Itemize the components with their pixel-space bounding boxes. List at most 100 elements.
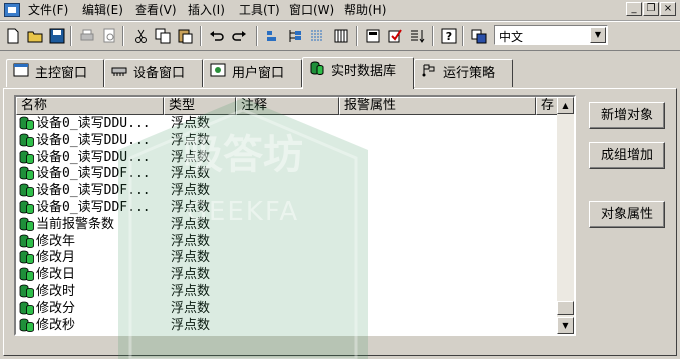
database-variable-icon <box>18 150 36 165</box>
properties-icon[interactable] <box>362 25 384 47</box>
table-row[interactable]: 修改时 浮点数 <box>18 283 558 300</box>
table-row[interactable]: 修改日 浮点数 <box>18 266 558 283</box>
new-file-icon[interactable] <box>2 25 24 47</box>
scroll-down-icon[interactable]: ▼ <box>557 317 574 334</box>
menu-edit[interactable]: 编辑(E) <box>80 2 125 18</box>
undo-icon[interactable] <box>206 25 228 47</box>
paste-icon[interactable] <box>174 25 196 47</box>
minimize-button[interactable]: _ <box>626 2 642 16</box>
row-name: 修改时 <box>36 284 76 299</box>
help-icon[interactable]: ? <box>438 25 460 47</box>
language-icon[interactable] <box>468 25 490 47</box>
redo-icon[interactable] <box>228 25 250 47</box>
column-header-name[interactable]: 名称 <box>16 97 164 115</box>
tab-label: 运行策略 <box>443 66 496 81</box>
row-type: 浮点数 <box>171 317 211 333</box>
database-variable-icon <box>18 166 36 181</box>
tab-realtime-database[interactable]: 实时数据库 <box>302 57 414 89</box>
tree-view-icon[interactable] <box>284 25 306 47</box>
sort-icon[interactable] <box>406 25 428 47</box>
row-type: 浮点数 <box>171 183 211 199</box>
print-preview-icon[interactable] <box>98 25 120 47</box>
database-variable-icon <box>18 200 36 215</box>
row-type: 浮点数 <box>171 216 211 232</box>
tab-label: 主控窗口 <box>35 66 88 81</box>
user-window-icon <box>210 60 226 88</box>
align-icon[interactable] <box>262 25 284 47</box>
table-row[interactable]: 设备0_读写DDF... 浮点数 <box>18 182 558 199</box>
table-row[interactable]: 当前报警条数 浮点数 <box>18 216 558 233</box>
menu-tools[interactable]: 工具(T) <box>237 2 282 18</box>
menu-file[interactable]: 文件(F) <box>26 2 70 18</box>
app-icon[interactable] <box>4 3 20 17</box>
row-type: 浮点数 <box>171 116 211 131</box>
device-window-icon <box>111 60 127 88</box>
row-type: 浮点数 <box>171 200 211 215</box>
tab-run-strategy[interactable]: 运行策略 <box>414 59 513 87</box>
row-name: 设备0_读写DDU... <box>36 116 151 131</box>
svg-text:?: ? <box>446 30 452 43</box>
restore-button[interactable]: ❐ <box>643 2 659 16</box>
row-name: 设备0_读写DDU... <box>36 149 151 165</box>
list-view-icon[interactable] <box>306 25 328 47</box>
language-select[interactable]: 中文 ▼ <box>494 25 608 45</box>
database-variable-icon <box>18 250 36 265</box>
column-header-comment[interactable]: 注释 <box>236 97 339 115</box>
database-variable-icon <box>18 284 36 299</box>
add-object-button[interactable]: 新增对象 <box>589 102 665 129</box>
row-type: 浮点数 <box>171 149 211 165</box>
row-name: 设备0_读写DDF... <box>36 183 151 199</box>
details-view-icon[interactable] <box>330 25 352 47</box>
tab-user-window[interactable]: 用户窗口 <box>203 59 302 87</box>
variable-list[interactable]: 名称 类型 注释 报警属性 存 设备0_读写DDU... 浮点数 设备0_读写DDU… <box>14 95 576 336</box>
toolbar-separator <box>70 26 72 46</box>
row-name: 当前报警条数 <box>36 216 115 232</box>
open-folder-icon[interactable] <box>24 25 46 47</box>
group-add-button[interactable]: 成组增加 <box>589 142 665 169</box>
main-window-icon <box>13 60 29 88</box>
tab-main-window[interactable]: 主控窗口 <box>6 59 104 87</box>
database-variable-icon <box>18 318 36 333</box>
column-header-alarm[interactable]: 报警属性 <box>339 97 536 115</box>
row-type: 浮点数 <box>171 166 211 182</box>
chevron-down-icon[interactable]: ▼ <box>590 27 606 43</box>
print-icon[interactable] <box>76 25 98 47</box>
menu-help[interactable]: 帮助(H) <box>342 2 388 18</box>
table-row[interactable]: 设备0_读写DDU... 浮点数 <box>18 115 558 132</box>
menu-view[interactable]: 查看(V) <box>133 2 179 18</box>
table-row[interactable]: 设备0_读写DDU... 浮点数 <box>18 149 558 166</box>
tab-device-window[interactable]: 设备窗口 <box>104 59 203 87</box>
menu-insert[interactable]: 插入(I) <box>186 2 227 18</box>
row-name: 修改秒 <box>36 317 76 333</box>
object-properties-button[interactable]: 对象属性 <box>589 201 665 228</box>
save-icon[interactable] <box>46 25 68 47</box>
table-row[interactable]: 修改月 浮点数 <box>18 249 558 266</box>
toolbar-separator <box>356 26 358 46</box>
copy-icon[interactable] <box>152 25 174 47</box>
table-row[interactable]: 设备0_读写DDF... 浮点数 <box>18 199 558 216</box>
row-type: 浮点数 <box>171 233 211 249</box>
tab-label: 实时数据库 <box>331 64 397 79</box>
column-header-type[interactable]: 类型 <box>164 97 236 115</box>
table-row[interactable]: 修改分 浮点数 <box>18 300 558 317</box>
row-name: 设备0_读写DDF... <box>36 200 151 215</box>
table-row[interactable]: 设备0_读写DDF... 浮点数 <box>18 165 558 182</box>
menu-bar: 文件(F) 编辑(E) 查看(V) 插入(I) 工具(T) 窗口(W) 帮助(H… <box>0 0 680 21</box>
list-header: 名称 类型 注释 报警属性 存 <box>16 97 560 115</box>
menu-window[interactable]: 窗口(W) <box>287 2 336 18</box>
row-type: 浮点数 <box>171 267 211 283</box>
scroll-thumb[interactable] <box>557 301 574 315</box>
check-icon[interactable] <box>384 25 406 47</box>
close-button[interactable]: × <box>660 2 676 16</box>
row-type: 浮点数 <box>171 300 211 316</box>
table-row[interactable]: 修改秒 浮点数 <box>18 317 558 334</box>
vertical-scrollbar[interactable]: ▲ ▼ <box>557 97 574 334</box>
row-name: 修改分 <box>36 300 76 316</box>
table-row[interactable]: 设备0_读写DDU... 浮点数 <box>18 132 558 149</box>
toolbar-separator <box>256 26 258 46</box>
table-row[interactable]: 修改年 浮点数 <box>18 233 558 250</box>
row-type: 浮点数 <box>171 284 211 299</box>
cut-icon[interactable] <box>130 25 152 47</box>
tab-label: 用户窗口 <box>232 66 285 81</box>
scroll-up-icon[interactable]: ▲ <box>557 97 574 114</box>
